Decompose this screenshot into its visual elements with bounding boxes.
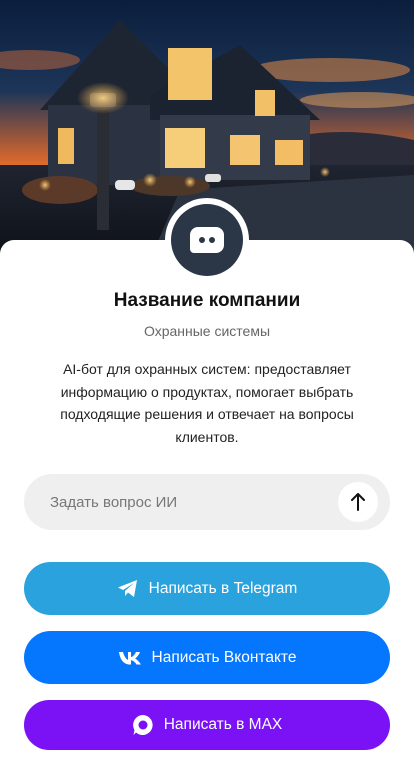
- company-category: Охранные системы: [143, 323, 271, 339]
- max-button-label: Написать в MAX: [163, 716, 283, 733]
- vk-button[interactable]: Написать Вконтакте: [24, 631, 390, 684]
- vk-button-label: Написать Вконтакте: [151, 648, 297, 666]
- max-icon: [132, 714, 154, 736]
- send-button[interactable]: [338, 482, 378, 522]
- avatar-circle: [171, 204, 243, 276]
- company-name: Название компании: [113, 290, 301, 311]
- telegram-icon: [117, 579, 139, 598]
- avatar: [165, 198, 249, 282]
- ask-ai-input[interactable]: [48, 492, 322, 512]
- ask-ai-field[interactable]: [24, 474, 390, 530]
- chat-bot-icon: [190, 227, 224, 253]
- vk-icon: [118, 651, 142, 665]
- telegram-button-label: Написать в Telegram: [148, 579, 298, 597]
- max-button[interactable]: Написать в MAX: [24, 700, 390, 750]
- company-description: AI-бот для охранных систем: предоставляе…: [60, 361, 354, 445]
- telegram-button[interactable]: Написать в Telegram: [24, 562, 390, 615]
- arrow-up-icon: [351, 493, 365, 511]
